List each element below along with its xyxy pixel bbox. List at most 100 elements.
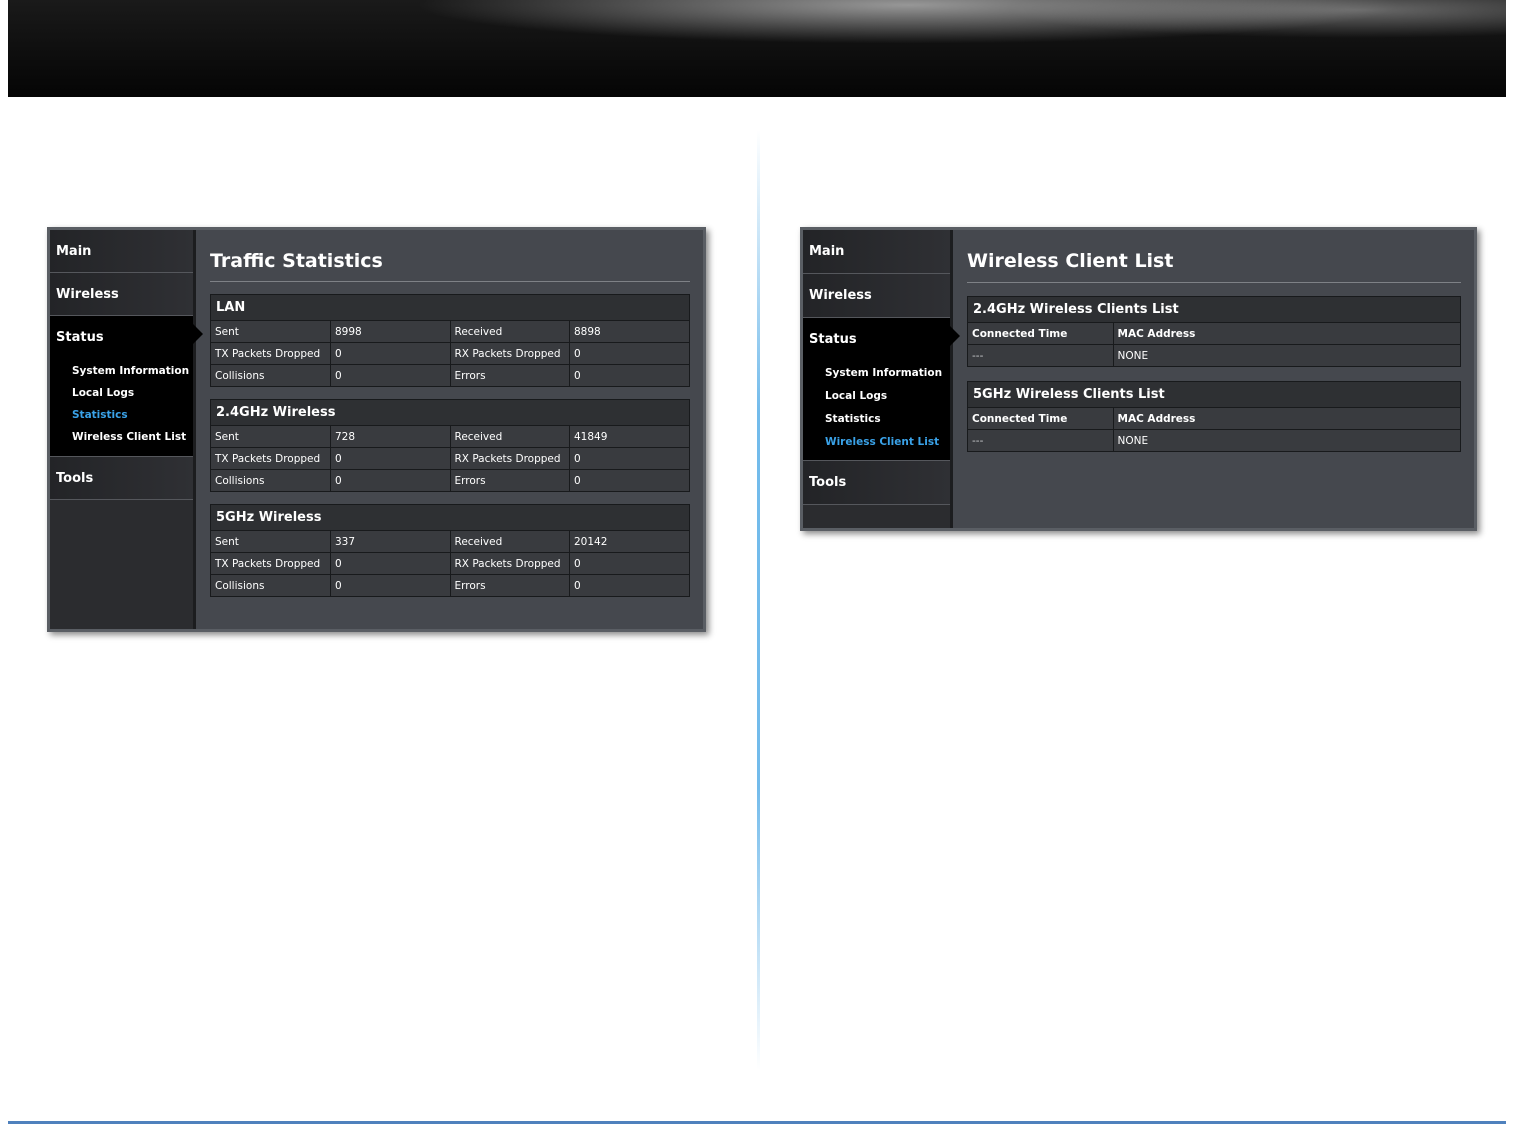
- stat-label: Errors: [450, 574, 570, 596]
- stat-value: 728: [330, 426, 451, 448]
- sidebar-subitem-wireless-client-list[interactable]: Wireless Client List: [809, 431, 950, 454]
- mac-address-cell: NONE: [1113, 429, 1460, 451]
- table-row: Collisions 0 Errors 0: [211, 364, 689, 386]
- stat-label: Collisions: [211, 469, 331, 491]
- stat-label: Collisions: [211, 364, 331, 386]
- stat-value: 0: [330, 447, 451, 470]
- sidebar-item-main[interactable]: Main: [50, 230, 193, 273]
- table-row: --- NONE: [968, 429, 1460, 451]
- stat-label: Sent: [211, 321, 331, 343]
- connected-time-cell: ---: [968, 429, 1114, 451]
- stat-label: RX Packets Dropped: [450, 447, 570, 470]
- section-title: 2.4GHz Wireless: [211, 400, 689, 426]
- table-row: --- NONE: [968, 344, 1460, 366]
- column-divider: [757, 130, 760, 1070]
- table-row: Sent 8998 Received 8898: [211, 321, 689, 343]
- stat-value: 0: [569, 447, 689, 470]
- sidebar-item-label: Wireless: [56, 287, 119, 302]
- clients-list-5ghz: 5GHz Wireless Clients List Connected Tim…: [967, 381, 1461, 452]
- sidebar-item-tools[interactable]: Tools: [803, 461, 950, 505]
- stat-label: Received: [450, 321, 570, 343]
- section-title: 5GHz Wireless: [211, 505, 689, 531]
- stat-value: 8898: [569, 321, 689, 343]
- stat-label: Received: [450, 531, 570, 553]
- title-divider: [210, 281, 690, 282]
- mac-address-cell: NONE: [1113, 344, 1460, 366]
- sidebar-item-wireless[interactable]: Wireless: [803, 274, 950, 318]
- clients-table: Connected Time MAC Address --- NONE: [968, 323, 1460, 366]
- sidebar-subitem-wireless-client-list[interactable]: Wireless Client List: [56, 426, 193, 448]
- sidebar-nav: Main Wireless Status System Information …: [50, 230, 203, 629]
- stats-table: Sent 8998 Received 8898 TX Packets Dropp…: [211, 321, 689, 386]
- stats-section-lan: LAN Sent 8998 Received 8898 TX Packets D…: [210, 294, 690, 387]
- sidebar-subitem-system-information[interactable]: System Information: [56, 360, 193, 382]
- sidebar-subitem-local-logs[interactable]: Local Logs: [56, 382, 193, 404]
- stat-label: Errors: [450, 469, 570, 491]
- section-title: LAN: [211, 295, 689, 321]
- stat-value: 41849: [569, 426, 689, 448]
- page-title: Traffic Statistics: [210, 250, 383, 272]
- sidebar-item-main[interactable]: Main: [803, 230, 950, 274]
- stat-label: TX Packets Dropped: [211, 552, 331, 575]
- sidebar-item-label: Status: [809, 332, 857, 347]
- stat-value: 0: [330, 342, 451, 365]
- table-row: TX Packets Dropped 0 RX Packets Dropped …: [211, 342, 689, 365]
- stat-value: 0: [569, 552, 689, 575]
- stat-value: 337: [330, 531, 451, 553]
- stat-label: Sent: [211, 426, 331, 448]
- table-row: Collisions 0 Errors 0: [211, 574, 689, 596]
- sidebar-item-wireless[interactable]: Wireless: [50, 273, 193, 316]
- clients-list-2-4ghz: 2.4GHz Wireless Clients List Connected T…: [967, 296, 1461, 367]
- sidebar-subitem-statistics[interactable]: Statistics: [809, 408, 950, 431]
- stat-value: 0: [569, 574, 689, 596]
- page-title: Wireless Client List: [967, 250, 1174, 272]
- sidebar-item-tools[interactable]: Tools: [50, 457, 193, 500]
- stats-table: Sent 337 Received 20142 TX Packets Dropp…: [211, 531, 689, 596]
- stat-value: 0: [330, 469, 451, 491]
- connected-time-cell: ---: [968, 344, 1114, 366]
- stats-section-5ghz-wireless: 5GHz Wireless Sent 337 Received 20142 TX…: [210, 504, 690, 597]
- table-row: Sent 337 Received 20142: [211, 531, 689, 553]
- stat-value: 0: [330, 552, 451, 575]
- stat-value: 0: [569, 342, 689, 365]
- traffic-main-panel: Traffic Statistics LAN Sent 8998 Receive…: [196, 230, 703, 629]
- sidebar-item-label: Tools: [809, 475, 847, 490]
- clients-main-panel: Wireless Client List 2.4GHz Wireless Cli…: [953, 230, 1474, 528]
- stat-label: Collisions: [211, 574, 331, 596]
- stat-value: 0: [330, 574, 451, 596]
- stat-label: TX Packets Dropped: [211, 342, 331, 365]
- stat-value: 0: [569, 364, 689, 386]
- sidebar-item-status[interactable]: Status System Information Local Logs Sta…: [803, 318, 960, 461]
- sidebar-item-label: Wireless: [809, 288, 872, 303]
- table-row: Collisions 0 Errors 0: [211, 469, 689, 491]
- sidebar-subitem-local-logs[interactable]: Local Logs: [809, 385, 950, 408]
- stats-table: Sent 728 Received 41849 TX Packets Dropp…: [211, 426, 689, 491]
- stat-value: 8998: [330, 321, 451, 343]
- sidebar-item-label: Status: [56, 330, 104, 345]
- footer-rule: [8, 1121, 1506, 1124]
- traffic-statistics-screenshot: Main Wireless Status System Information …: [47, 227, 706, 632]
- stat-label: TX Packets Dropped: [211, 447, 331, 470]
- sidebar-item-label: Main: [809, 244, 845, 259]
- sidebar-subitem-statistics[interactable]: Statistics: [56, 404, 193, 426]
- table-row: TX Packets Dropped 0 RX Packets Dropped …: [211, 447, 689, 470]
- stat-label: Errors: [450, 364, 570, 386]
- stat-label: RX Packets Dropped: [450, 552, 570, 575]
- section-title: 5GHz Wireless Clients List: [968, 382, 1460, 408]
- sidebar-subitem-system-information[interactable]: System Information: [809, 362, 950, 385]
- stat-label: Received: [450, 426, 570, 448]
- sidebar-item-label: Tools: [56, 471, 94, 486]
- table-row: Sent 728 Received 41849: [211, 426, 689, 448]
- header-banner: [8, 0, 1506, 97]
- sidebar-item-label: Main: [56, 244, 92, 259]
- table-row: TX Packets Dropped 0 RX Packets Dropped …: [211, 552, 689, 575]
- column-header: Connected Time: [968, 323, 1114, 345]
- column-header: Connected Time: [968, 408, 1114, 430]
- sidebar-item-status[interactable]: Status System Information Local Logs Sta…: [50, 316, 203, 457]
- column-header: MAC Address: [1113, 323, 1460, 345]
- table-header-row: Connected Time MAC Address: [968, 408, 1460, 430]
- stat-value: 0: [330, 364, 451, 386]
- stat-label: Sent: [211, 531, 331, 553]
- stat-label: RX Packets Dropped: [450, 342, 570, 365]
- sidebar-nav: Main Wireless Status System Information …: [803, 230, 960, 528]
